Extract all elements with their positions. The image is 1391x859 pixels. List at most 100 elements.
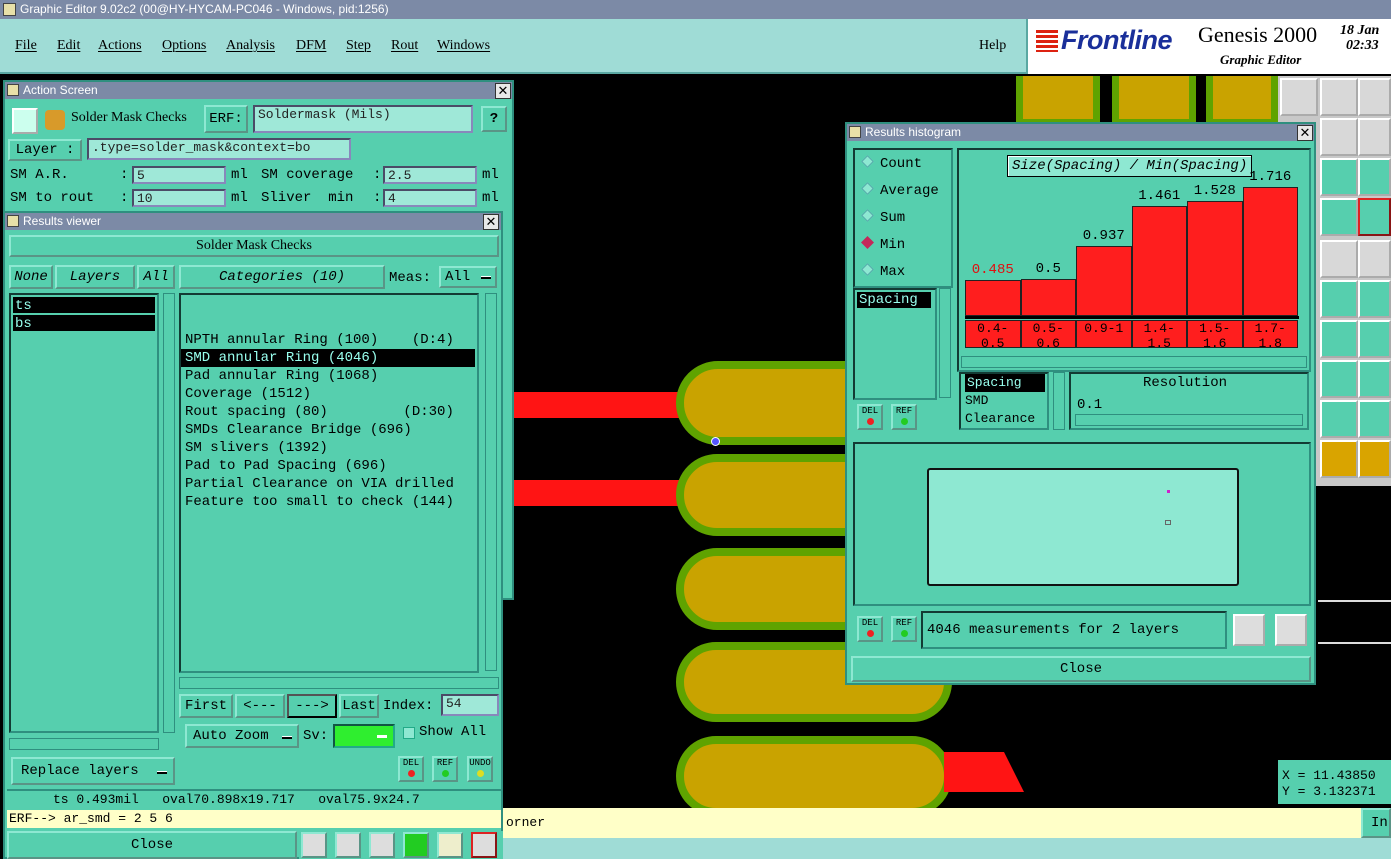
category-item[interactable]: Pad to Pad Spacing (696) [181, 457, 477, 475]
spacing-item[interactable]: Spacing [857, 292, 931, 308]
window-menu-icon[interactable] [849, 126, 861, 138]
layer-button[interactable]: Layer : [8, 139, 82, 161]
record-icon[interactable] [335, 832, 361, 858]
sm-ar-input[interactable]: 5 [132, 166, 226, 184]
snap-icon[interactable] [1320, 280, 1358, 318]
close-button[interactable]: Close [851, 656, 1311, 682]
layer-item-bs[interactable]: bs [13, 315, 155, 332]
menu-analysis[interactable]: Analysis [226, 38, 275, 54]
menu-step[interactable]: Step [346, 38, 371, 54]
close-button[interactable]: Close [7, 831, 297, 859]
replace-layers-select[interactable]: Replace layers [11, 757, 175, 785]
categories-header[interactable]: Categories (10) [179, 265, 385, 289]
histogram-bar[interactable] [1187, 201, 1243, 316]
ref-cross-icon[interactable] [369, 832, 395, 858]
line-icon[interactable] [1320, 320, 1358, 358]
stretch-icon[interactable] [1358, 360, 1391, 398]
home-icon[interactable] [1358, 78, 1391, 116]
measure-icon[interactable] [1358, 280, 1391, 318]
measure-item-smd[interactable]: SMD [965, 392, 1047, 410]
sliver-min-input[interactable]: 4 [383, 189, 477, 207]
ruler-icon[interactable] [1358, 240, 1391, 278]
menu-file[interactable]: File [15, 38, 37, 54]
sm-to-rout-input[interactable]: 10 [132, 189, 226, 207]
close-icon[interactable]: ✕ [495, 83, 511, 99]
split-icon[interactable] [1320, 360, 1358, 398]
index-input[interactable]: 54 [441, 694, 499, 716]
none-button[interactable]: None [9, 265, 53, 289]
window-in-icon[interactable] [1320, 118, 1358, 156]
histogram-bar[interactable] [1131, 206, 1187, 316]
scale-icon[interactable] [403, 832, 429, 858]
window-menu-icon[interactable] [3, 3, 16, 16]
category-item[interactable]: NPTH annular Ring (100) (D:4) [181, 331, 477, 349]
measure-list[interactable]: Spacing SMD Clearance [959, 372, 1049, 430]
category-item[interactable]: SMDs Clearance Bridge (696) [181, 421, 477, 439]
zoom-fit-icon[interactable] [1320, 158, 1358, 196]
layers-scrollbar[interactable] [163, 293, 175, 733]
ref-button[interactable]: REF [891, 404, 917, 430]
chart-tool-icon[interactable] [301, 832, 327, 858]
menu-options[interactable]: Options [162, 38, 206, 54]
histogram-bar[interactable] [1076, 245, 1132, 316]
close-icon[interactable]: ✕ [1297, 125, 1313, 141]
zoom-in-icon[interactable] [1233, 614, 1265, 646]
categories-hscrollbar[interactable] [179, 677, 499, 689]
mode-max[interactable]: Max [861, 263, 905, 280]
histogram-bar[interactable] [1242, 187, 1298, 316]
layer-field[interactable]: .type=solder_mask&context=bo [87, 138, 351, 160]
show-all-checkbox[interactable] [403, 727, 415, 739]
scale-1-2-icon[interactable] [1358, 158, 1391, 196]
pointer-alt-icon[interactable] [1358, 440, 1391, 478]
last-button[interactable]: Last [339, 694, 379, 718]
erf-field[interactable]: Soldermask (Mils) [253, 105, 473, 133]
polygon-icon[interactable] [1320, 240, 1358, 278]
del-button[interactable]: DEL [398, 756, 424, 782]
categories-scrollbar[interactable] [485, 293, 497, 671]
mode-count[interactable]: Count [861, 155, 922, 172]
report-icon[interactable] [437, 832, 463, 858]
resolution-slider[interactable] [1075, 414, 1303, 426]
mini-view[interactable] [1318, 600, 1391, 644]
text-a-icon[interactable] [1320, 400, 1358, 438]
layers-button[interactable]: Layers [55, 265, 135, 289]
next-button[interactable]: ---> [287, 694, 337, 718]
zoom-out-icon[interactable] [1275, 614, 1307, 646]
monitor-icon[interactable] [1320, 78, 1358, 116]
grid-icon[interactable] [1320, 198, 1358, 236]
window-menu-icon[interactable] [7, 84, 19, 96]
layers-icon[interactable] [1358, 198, 1391, 236]
menu-actions[interactable]: Actions [98, 38, 142, 54]
ref-button[interactable]: REF [432, 756, 458, 782]
category-item[interactable]: SMD annular Ring (4046) [181, 349, 475, 367]
help-button[interactable]: ? [481, 106, 507, 132]
category-item[interactable]: Pad annular Ring (1068) [181, 367, 477, 385]
menu-dfm[interactable]: DFM [296, 38, 326, 54]
category-item[interactable]: SM slivers (1392) [181, 439, 477, 457]
category-item[interactable]: Coverage (1512) [181, 385, 477, 403]
layers-list[interactable]: ts bs [9, 293, 159, 733]
histogram-icon[interactable] [471, 832, 497, 858]
mode-sum[interactable]: Sum [861, 209, 905, 226]
category-item[interactable]: Feature too small to check (144) [181, 493, 477, 511]
window-out-icon[interactable] [1358, 118, 1391, 156]
layers-hscrollbar[interactable] [9, 738, 159, 750]
severity-select[interactable] [333, 724, 395, 748]
ref-button[interactable]: REF [891, 616, 917, 642]
spacing-scrollbar[interactable] [939, 288, 951, 398]
histogram-bar[interactable] [1020, 278, 1076, 316]
all-button[interactable]: All [137, 265, 175, 289]
window-menu-icon[interactable] [7, 215, 19, 227]
menu-help[interactable]: Help [979, 38, 1006, 54]
erf-button[interactable]: ERF: [204, 105, 248, 133]
text-a-alt-icon[interactable] [1358, 400, 1391, 438]
mode-min[interactable]: Min [861, 236, 905, 253]
category-item[interactable]: Rout spacing (80) (D:30) [181, 403, 477, 421]
measure-scrollbar[interactable] [1053, 372, 1065, 430]
bottom-right-button[interactable]: In [1361, 808, 1391, 838]
histogram-bar[interactable] [965, 279, 1021, 316]
close-icon[interactable]: ✕ [483, 214, 499, 230]
spacing-list[interactable]: Spacing [853, 288, 937, 400]
arc-icon[interactable] [1358, 320, 1391, 358]
measure-item-clearance[interactable]: Clearance [965, 410, 1047, 428]
